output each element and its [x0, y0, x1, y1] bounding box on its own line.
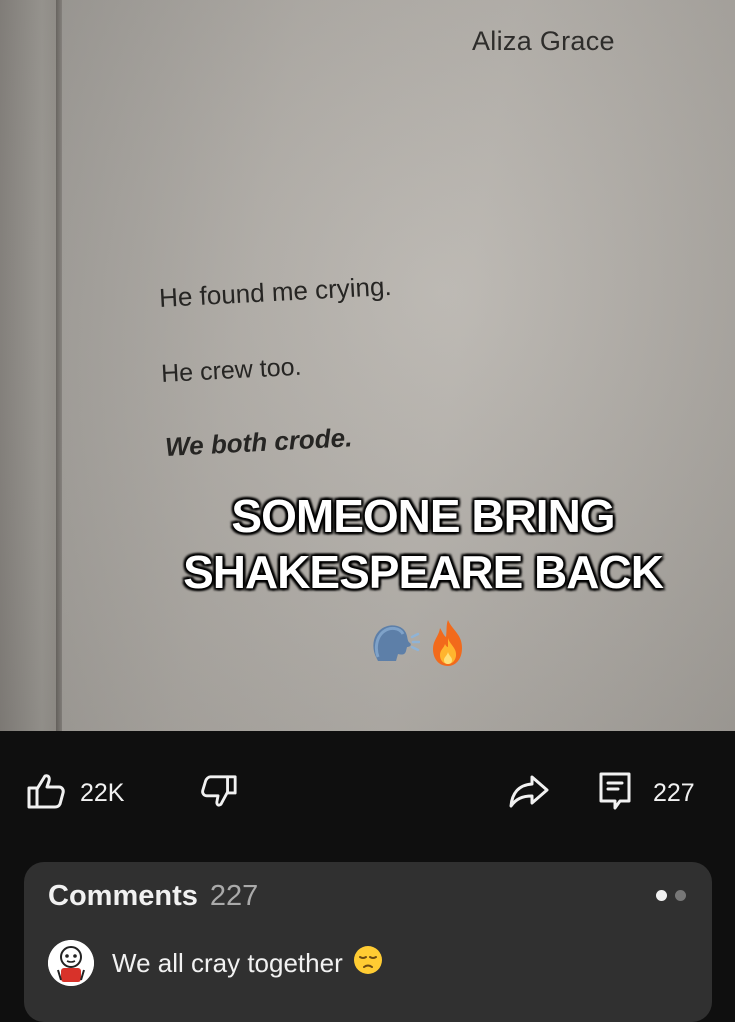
comments-title: Comments — [48, 880, 198, 912]
like-button[interactable]: 22K — [26, 771, 124, 816]
comment-count: 227 — [653, 779, 695, 807]
speaking-head-emoji — [370, 621, 420, 665]
book-author: Aliza Grace — [472, 26, 615, 56]
pensive-face-emoji — [353, 945, 383, 982]
comments-count: 227 — [209, 880, 259, 912]
like-count: 22K — [80, 779, 125, 807]
caption-line-1: SOMEONE BRING — [231, 490, 615, 542]
top-comment[interactable]: We all cray together — [48, 940, 383, 986]
video-caption: SOMEONE BRING SHAKESPEARE BACK — [0, 488, 735, 600]
comments-pager[interactable] — [656, 890, 686, 901]
thumbs-down-icon — [200, 773, 238, 816]
comments-button[interactable]: 227 — [598, 771, 695, 816]
thumbs-up-icon — [26, 771, 66, 816]
share-button[interactable] — [508, 774, 550, 813]
video-frame[interactable]: Aliza Grace He found me crying. He crew … — [0, 0, 735, 731]
pager-dot-active[interactable] — [656, 890, 667, 901]
caption-line-2: SHAKESPEARE BACK — [183, 546, 664, 598]
page-shading — [0, 0, 735, 731]
comment-body: We all cray together — [112, 945, 383, 982]
comment-text: We all cray together — [112, 947, 343, 978]
dislike-button[interactable] — [200, 773, 238, 816]
action-bar: 22K 227 — [0, 731, 735, 861]
comments-panel[interactable]: Comments 227 We all cray together — [24, 862, 712, 1022]
pager-dot[interactable] — [675, 890, 686, 901]
avatar[interactable] — [48, 940, 94, 986]
comments-header: Comments 227 — [48, 880, 258, 913]
fire-emoji — [428, 618, 468, 668]
comments-icon — [598, 771, 632, 816]
caption-emojis — [370, 615, 468, 671]
share-icon — [508, 774, 550, 813]
